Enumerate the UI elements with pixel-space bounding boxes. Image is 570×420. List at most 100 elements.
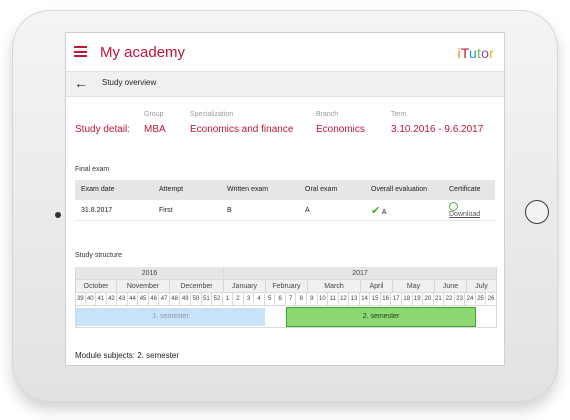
col-oral-exam: Oral exam bbox=[299, 180, 365, 200]
specialization-caption: Specialization bbox=[190, 111, 234, 118]
checkmark-icon: ✔ bbox=[371, 204, 381, 217]
month-cell: January bbox=[224, 280, 266, 293]
week-cell: 9 bbox=[307, 293, 318, 306]
written-cell: B bbox=[221, 200, 299, 221]
week-cell: 47 bbox=[159, 293, 170, 306]
week-cell: 3 bbox=[243, 293, 255, 306]
group-caption: Group bbox=[144, 111, 164, 118]
col-certificate: Certificate bbox=[443, 180, 495, 200]
oral-cell: A bbox=[299, 200, 365, 221]
week-cell: 19 bbox=[412, 293, 424, 306]
week-cell: 10 bbox=[317, 293, 329, 306]
certificate-cell: Download bbox=[443, 200, 495, 221]
week-cell: 44 bbox=[127, 293, 139, 306]
week-cell: 39 bbox=[75, 293, 86, 306]
camera-dot bbox=[55, 212, 61, 218]
download-link[interactable]: Download bbox=[449, 211, 480, 218]
week-cell: 52 bbox=[212, 293, 223, 306]
col-exam-date: Exam date bbox=[75, 180, 153, 200]
overall-value: A bbox=[381, 208, 387, 216]
app-title: My academy bbox=[100, 44, 186, 61]
col-written-exam: Written exam bbox=[221, 180, 299, 200]
week-cell: 20 bbox=[423, 293, 434, 306]
week-cell: 7 bbox=[285, 293, 297, 306]
month-cell: July bbox=[467, 280, 497, 293]
week-cell: 42 bbox=[106, 293, 118, 306]
study-structure-grid: 2016 2017 October November December Janu… bbox=[75, 267, 497, 328]
semester-1-bar[interactable]: 1. semester bbox=[76, 308, 265, 326]
semester-row: 1. semester 2. semester bbox=[75, 306, 497, 328]
month-cell: June bbox=[435, 280, 467, 293]
week-cell: 16 bbox=[380, 293, 392, 306]
specialization-value: Economics and finance bbox=[190, 124, 294, 135]
semester-2-bar[interactable]: 2. semester bbox=[286, 307, 476, 327]
week-cell: 17 bbox=[391, 293, 402, 306]
week-cell: 18 bbox=[401, 293, 413, 306]
week-cell: 45 bbox=[138, 293, 149, 306]
final-exam-table: Exam date Attempt Written exam Oral exam… bbox=[75, 180, 495, 221]
month-cell: October bbox=[75, 280, 117, 293]
week-cell: 15 bbox=[370, 293, 381, 306]
col-overall-evaluation: Overall evaluation bbox=[365, 180, 443, 200]
week-cell: 43 bbox=[117, 293, 128, 306]
week-cell: 50 bbox=[191, 293, 202, 306]
month-cell: April bbox=[361, 280, 393, 293]
week-cell: 40 bbox=[85, 293, 97, 306]
page-title: Study overview bbox=[102, 78, 157, 87]
top-bar: My academy iTutor bbox=[66, 33, 504, 71]
overall-cell: ✔ A bbox=[365, 200, 443, 221]
weeks-row: 39 40 41 42 43 44 45 46 47 48 49 50 51 52 1 2 3 4 5 6 7 8 9 10 1… bbox=[75, 293, 497, 306]
week-cell: 14 bbox=[359, 293, 371, 306]
attempt-cell: First bbox=[153, 200, 221, 221]
month-cell: May bbox=[393, 280, 435, 293]
app-screen: My academy iTutor ← Study overview Study… bbox=[66, 33, 504, 365]
week-cell: 51 bbox=[201, 293, 213, 306]
itutor-logo: iTutor bbox=[457, 45, 494, 61]
week-cell: 11 bbox=[328, 293, 339, 306]
month-cell: December bbox=[170, 280, 224, 293]
week-cell: 5 bbox=[264, 293, 276, 306]
week-cell: 13 bbox=[349, 293, 360, 306]
table-header-row: Exam date Attempt Written exam Oral exam… bbox=[75, 180, 495, 200]
hamburger-icon[interactable] bbox=[74, 46, 87, 57]
week-cell: 25 bbox=[475, 293, 487, 306]
study-detail-label: Study detail: bbox=[75, 124, 131, 135]
exam-date-cell: 31.8.2017 bbox=[75, 200, 153, 221]
week-cell: 6 bbox=[275, 293, 286, 306]
branch-value: Economics bbox=[316, 124, 365, 135]
group-value: MBA bbox=[144, 124, 166, 135]
final-exam-title: Final exam bbox=[75, 166, 110, 173]
week-cell: 41 bbox=[96, 293, 107, 306]
week-cell: 49 bbox=[180, 293, 192, 306]
breadcrumb-bar: ← Study overview bbox=[66, 71, 504, 97]
week-cell: 21 bbox=[433, 293, 445, 306]
arrow-left-icon[interactable]: ← bbox=[74, 75, 88, 91]
year-cell: 2016 bbox=[75, 267, 224, 280]
award-icon bbox=[449, 202, 458, 211]
week-cell: 1 bbox=[222, 293, 234, 306]
week-cell: 23 bbox=[454, 293, 466, 306]
col-attempt: Attempt bbox=[153, 180, 221, 200]
week-cell: 4 bbox=[254, 293, 265, 306]
week-cell: 8 bbox=[296, 293, 308, 306]
week-cell: 22 bbox=[444, 293, 455, 306]
month-cell: February bbox=[266, 280, 308, 293]
term-caption: Term bbox=[391, 111, 407, 118]
week-cell: 2 bbox=[233, 293, 244, 306]
week-cell: 26 bbox=[486, 293, 497, 306]
week-cell: 46 bbox=[148, 293, 160, 306]
branch-caption: Branch bbox=[316, 111, 339, 118]
module-subjects-label: Module subjects: 2. semester bbox=[75, 351, 180, 360]
table-row: 31.8.2017 First B A ✔ A Download bbox=[75, 200, 495, 221]
week-cell: 48 bbox=[169, 293, 181, 306]
month-cell: November bbox=[117, 280, 170, 293]
study-structure-title: Study structure bbox=[75, 252, 123, 259]
month-cell: March bbox=[308, 280, 361, 293]
months-row: October November December January Februa… bbox=[75, 280, 497, 293]
year-cell: 2017 bbox=[224, 267, 497, 280]
home-button[interactable] bbox=[525, 200, 549, 224]
week-cell: 12 bbox=[338, 293, 350, 306]
years-row: 2016 2017 bbox=[75, 267, 497, 280]
week-cell: 24 bbox=[465, 293, 476, 306]
term-value: 3.10.2016 - 9.6.2017 bbox=[391, 124, 484, 135]
